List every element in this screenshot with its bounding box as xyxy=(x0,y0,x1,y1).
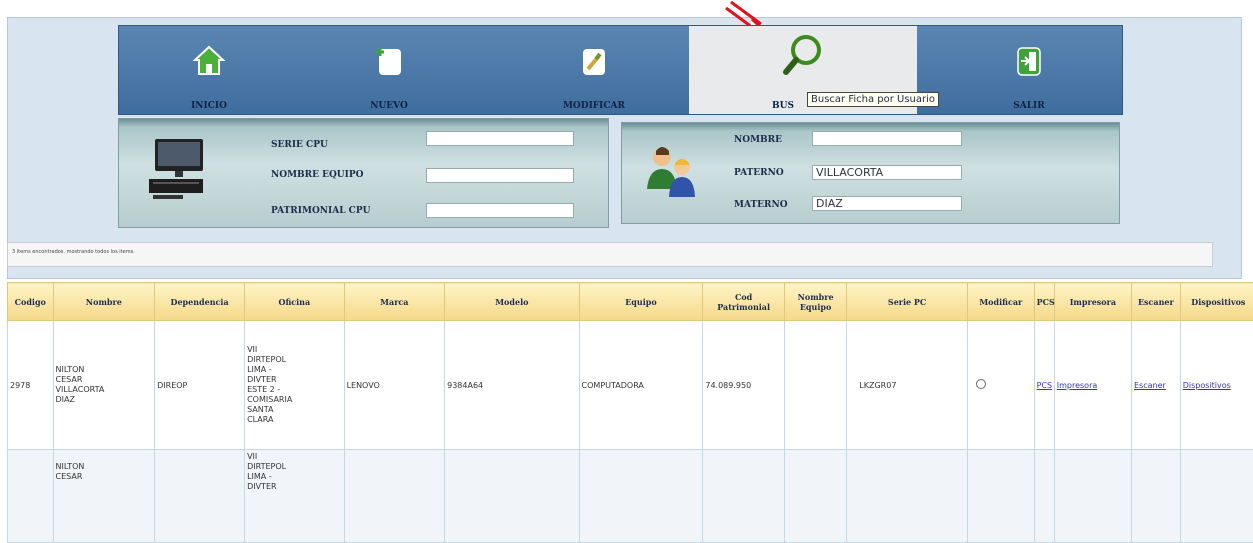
toolbar-label: INICIO xyxy=(119,101,299,111)
dispositivos-cell: Dispositivos xyxy=(1180,321,1253,450)
users-icon xyxy=(642,143,702,199)
column-header: Escaner xyxy=(1132,283,1181,321)
toolbar-label: SALIR xyxy=(939,101,1119,111)
impresora-cell: Impresora xyxy=(1054,321,1131,450)
tooltip: Buscar Ficha por Usuario xyxy=(807,92,939,107)
toolbar-inicio-button[interactable]: INICIO xyxy=(119,26,299,114)
column-header[interactable]: Nombre Equipo xyxy=(784,283,846,321)
nombre-cell: NILTON CESAR VILLACORTA DIAZ xyxy=(53,321,155,450)
toolbar-label: MODIFICAR xyxy=(504,101,684,111)
pcs-cell: PCS xyxy=(1034,321,1054,450)
column-header: Dispositivos xyxy=(1180,283,1253,321)
escaner-link[interactable]: Escaner xyxy=(1134,381,1166,390)
oficina-cell: VII DIRTEPOL LIMA - DIVTER ESTE 2 - COMI… xyxy=(245,321,344,450)
nombre-equipo-input[interactable] xyxy=(426,168,574,183)
pcs-link[interactable]: PCS xyxy=(1037,381,1053,390)
toolbar-salir-button[interactable]: SALIR xyxy=(939,26,1119,114)
computer-icon xyxy=(143,137,209,201)
edit-icon xyxy=(577,44,611,78)
home-icon xyxy=(192,44,226,78)
column-header: Modificar xyxy=(967,283,1034,321)
marca-cell xyxy=(344,450,445,543)
column-header[interactable]: Serie PC xyxy=(847,283,968,321)
codigo-cell: 2978 xyxy=(8,321,54,450)
serie-pc-cell: LKZGR07 xyxy=(847,321,968,450)
column-header[interactable]: Oficina xyxy=(245,283,344,321)
search-icon xyxy=(781,32,825,80)
cod-patrimonial-cell xyxy=(703,450,785,543)
serie-pc-cell xyxy=(847,450,968,543)
column-header[interactable]: Codigo xyxy=(8,283,54,321)
user-search-panel: NOMBRE PATERNO VILLACORTA MATERNO DIAZ xyxy=(621,122,1120,224)
dependencia-cell: DIREOP xyxy=(155,321,245,450)
nombre-equipo-label: NOMBRE EQUIPO xyxy=(271,170,363,180)
column-header[interactable]: Nombre xyxy=(53,283,155,321)
materno-input[interactable]: DIAZ xyxy=(812,196,962,211)
table-row: 2978 NILTON CESAR VILLACORTA DIAZ DIREOP… xyxy=(8,321,1253,450)
modelo-cell xyxy=(445,450,579,543)
escaner-cell: Escaner xyxy=(1132,321,1181,450)
pcs-cell xyxy=(1034,450,1054,543)
table-row: NILTON CESAR VII DIRTEPOL LIMA - DIVTER xyxy=(8,450,1253,543)
nombre-cell: NILTON CESAR xyxy=(53,450,155,543)
serie-cpu-input[interactable] xyxy=(426,131,574,146)
patrimonial-cpu-label: PATRIMONIAL CPU xyxy=(271,206,370,216)
equipo-cell xyxy=(579,450,703,543)
modificar-cell xyxy=(967,450,1034,543)
nombre-equipo-cell xyxy=(784,321,846,450)
materno-label: MATERNO xyxy=(734,200,788,210)
codigo-cell xyxy=(8,450,54,543)
new-document-icon xyxy=(372,44,406,78)
paterno-label: PATERNO xyxy=(734,168,784,178)
escaner-cell xyxy=(1132,450,1181,543)
modificar-radio[interactable] xyxy=(976,379,986,389)
column-header[interactable]: Dependencia xyxy=(155,283,245,321)
serie-cpu-label: SERIE CPU xyxy=(271,140,328,150)
toolbar-nuevo-button[interactable]: NUEVO xyxy=(299,26,479,114)
impresora-link[interactable]: Impresora xyxy=(1057,381,1098,390)
cod-patrimonial-cell: 74.089.950 xyxy=(703,321,785,450)
marca-cell: LENOVO xyxy=(344,321,445,450)
column-header[interactable]: Equipo xyxy=(579,283,703,321)
impresora-cell xyxy=(1054,450,1131,543)
toolbar-modificar-button[interactable]: MODIFICAR xyxy=(504,26,684,114)
column-header: Impresora xyxy=(1054,283,1131,321)
dispositivos-cell xyxy=(1180,450,1253,543)
oficina-cell: VII DIRTEPOL LIMA - DIVTER xyxy=(245,450,344,543)
nombre-input[interactable] xyxy=(812,131,962,146)
column-header[interactable]: Modelo xyxy=(445,283,579,321)
dispositivos-link[interactable]: Dispositivos xyxy=(1183,381,1231,390)
dependencia-cell xyxy=(155,450,245,543)
column-header[interactable]: Cod Patrimonial xyxy=(703,283,785,321)
modelo-cell: 9384A64 xyxy=(445,321,579,450)
nombre-equipo-cell xyxy=(784,450,846,543)
nombre-label: NOMBRE xyxy=(734,135,782,145)
exit-icon xyxy=(1012,44,1046,78)
equipo-cell: COMPUTADORA xyxy=(579,321,703,450)
table-header-row: Codigo Nombre Dependencia Oficina Marca … xyxy=(8,283,1253,321)
column-header: PCS xyxy=(1034,283,1054,321)
results-message: 3 items encontrados. mostrando todos los… xyxy=(7,242,1213,267)
main-toolbar: INICIO NUEVO MODIFICAR BUS SALIR xyxy=(118,25,1123,115)
paterno-input[interactable]: VILLACORTA xyxy=(812,165,962,180)
column-header[interactable]: Marca xyxy=(344,283,445,321)
patrimonial-cpu-input[interactable] xyxy=(426,203,574,218)
modificar-cell xyxy=(967,321,1034,450)
toolbar-label: NUEVO xyxy=(299,101,479,111)
equipment-search-panel: SERIE CPU NOMBRE EQUIPO PATRIMONIAL CPU xyxy=(118,118,609,228)
